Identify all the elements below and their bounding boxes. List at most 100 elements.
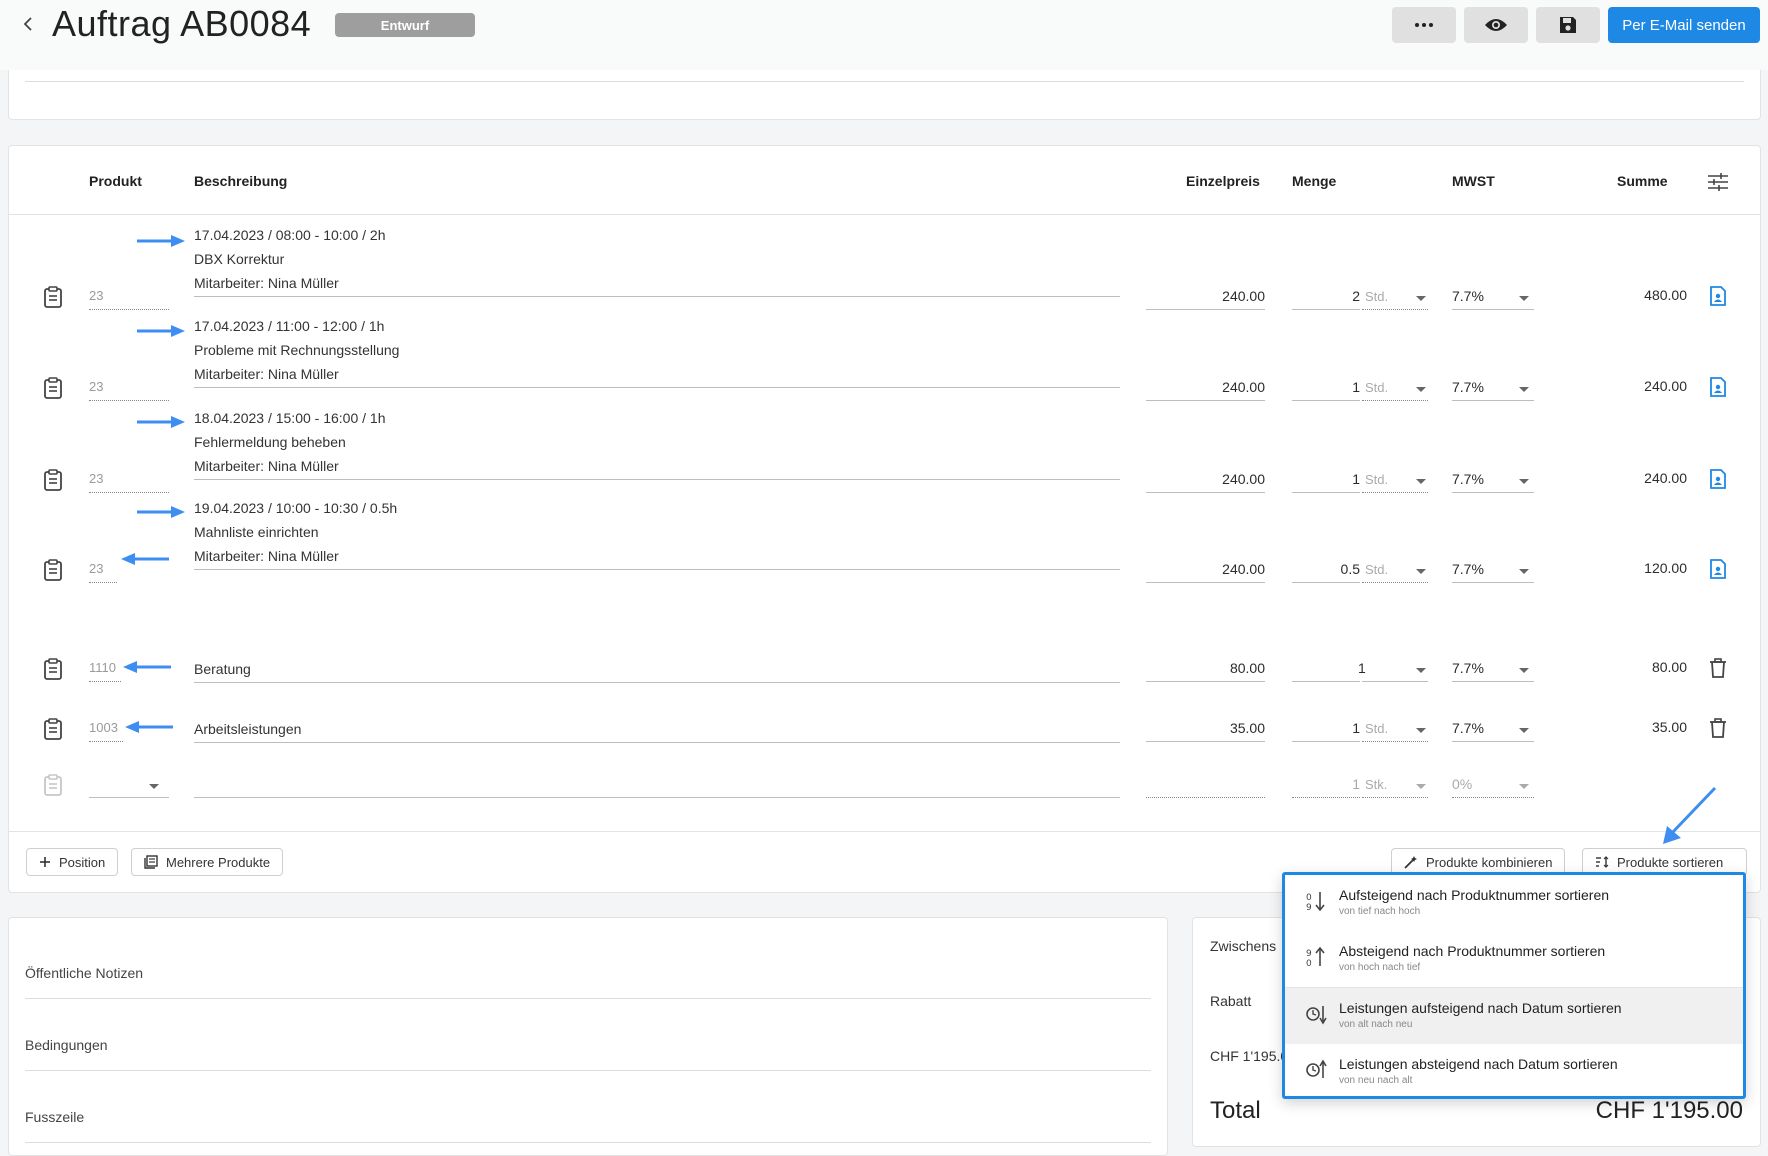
quantity-input[interactable]: 0.5 — [1292, 559, 1360, 583]
quantity-input[interactable]: 1 — [1292, 718, 1360, 742]
caret-down-icon — [1416, 387, 1426, 392]
multiple-products-label: Mehrere Produkte — [166, 854, 271, 870]
unit-price-input[interactable]: 35.00 — [1146, 718, 1265, 742]
unit-price-input[interactable]: 240.00 — [1146, 469, 1265, 493]
description-line: Mitarbeiter: Nina Müller — [194, 458, 339, 474]
floppy-disk-icon — [1560, 17, 1576, 33]
unit-price-input[interactable]: 240.00 — [1146, 377, 1265, 401]
more-button[interactable] — [1392, 7, 1456, 43]
product-number-input[interactable]: 23 — [89, 559, 117, 583]
clipboard-icon — [43, 774, 63, 796]
clipboard-icon[interactable] — [43, 718, 63, 740]
unit-price-input[interactable]: 240.00 — [1146, 286, 1265, 310]
description-input[interactable]: 18.04.2023 / 15:00 - 16:00 / 1h Fehlerme… — [194, 407, 1120, 480]
caret-down-icon — [1416, 479, 1426, 484]
clipboard-icon[interactable] — [43, 658, 63, 680]
caret-down-icon — [149, 784, 159, 789]
unit-select[interactable]: Std. — [1362, 559, 1428, 583]
description-input[interactable]: 19.04.2023 / 10:00 - 10:30 / 0.5h Mahnli… — [194, 497, 1120, 570]
unit-price-input[interactable]: 240.00 — [1146, 559, 1265, 583]
description-input[interactable]: 17.04.2023 / 11:00 - 12:00 / 1h Probleme… — [194, 315, 1120, 388]
vat-select[interactable]: 7.7% — [1452, 286, 1534, 310]
conditions-field[interactable] — [25, 1070, 1151, 1071]
clipboard-icon[interactable] — [43, 559, 63, 581]
description-line: 19.04.2023 / 10:00 - 10:30 / 0.5h — [194, 500, 398, 516]
unit-select[interactable]: Std. — [1362, 718, 1428, 742]
product-number-input[interactable]: 1110 — [89, 658, 121, 682]
description-line: DBX Korrektur — [194, 251, 285, 267]
vat-select[interactable]: 7.7% — [1452, 377, 1534, 401]
copy-list-icon — [144, 855, 158, 869]
quantity-input[interactable]: 1 — [1292, 658, 1366, 682]
description-input[interactable]: 17.04.2023 / 08:00 - 10:00 / 2h DBX Korr… — [194, 224, 1120, 297]
sort-menu-item-date-asc[interactable]: Leistungen aufsteigend nach Datum sortie… — [1285, 988, 1743, 1044]
clipboard-icon[interactable] — [43, 286, 63, 308]
product-number-input[interactable]: 23 — [89, 286, 169, 310]
annotation-arrow-right-icon — [137, 506, 185, 518]
vat-select[interactable]: 0% — [1452, 774, 1534, 798]
annotation-arrow-right-icon — [137, 325, 185, 337]
description-input[interactable]: Arbeitsleistungen — [194, 718, 1120, 743]
unit-select[interactable]: Std. — [1362, 469, 1428, 493]
public-notes-field[interactable] — [25, 998, 1151, 999]
product-select[interactable] — [89, 774, 169, 798]
trash-icon[interactable] — [1709, 658, 1731, 682]
col-unit-price: Einzelpreis — [1186, 173, 1260, 189]
row-sum: 480.00 — [1644, 287, 1687, 303]
unit-select[interactable]: Std. — [1362, 377, 1428, 401]
column-settings-icon[interactable] — [1707, 172, 1729, 197]
sort-date-asc-icon — [1306, 1006, 1327, 1025]
unit-select[interactable]: Std. — [1362, 286, 1428, 310]
document-person-icon[interactable] — [1709, 559, 1731, 583]
quantity-input[interactable]: 1 — [1292, 377, 1360, 401]
sort-menu-item-date-desc[interactable]: Leistungen absteigend nach Datum sortier… — [1285, 1044, 1743, 1100]
clipboard-icon[interactable] — [43, 377, 63, 399]
vat-value: 7.7% — [1452, 288, 1484, 304]
document-person-icon[interactable] — [1709, 469, 1731, 493]
notes-card: Öffentliche Notizen Bedingungen Fusszeil… — [8, 917, 1168, 1156]
page-title: Auftrag AB0084 — [52, 3, 312, 44]
sort-menu-item-product-asc[interactable]: 09 Aufsteigend nach Produktnummer sortie… — [1285, 875, 1743, 931]
title-field[interactable] — [25, 81, 1744, 82]
row-sum: 240.00 — [1644, 378, 1687, 394]
vat-select[interactable]: 7.7% — [1452, 469, 1534, 493]
unit-price-input[interactable]: 80.00 — [1146, 658, 1265, 682]
trash-icon[interactable] — [1709, 718, 1731, 742]
description-line: Mahnliste einrichten — [194, 524, 319, 540]
add-position-label: Position — [59, 854, 106, 870]
vat-select[interactable]: 7.7% — [1452, 658, 1534, 682]
col-vat: MWST — [1452, 173, 1495, 189]
send-email-button[interactable]: Per E-Mail senden — [1608, 7, 1760, 43]
unit-select[interactable]: Stk. — [1362, 774, 1428, 798]
amount-partial: CHF 1'195.0 — [1210, 1048, 1289, 1064]
document-person-icon[interactable] — [1709, 286, 1731, 310]
multiple-products-button[interactable]: Mehrere Produkte — [131, 848, 284, 876]
sort-menu-item-product-desc[interactable]: 90 Absteigend nach Produktnummer sortier… — [1285, 931, 1743, 987]
preview-button[interactable] — [1464, 7, 1528, 43]
annotation-arrow-right-icon — [137, 235, 185, 247]
vat-select[interactable]: 7.7% — [1452, 559, 1534, 583]
clipboard-icon[interactable] — [43, 469, 63, 491]
product-number-input[interactable]: 1003 — [89, 718, 123, 742]
description-input[interactable]: Beratung — [194, 658, 1120, 683]
save-button[interactable] — [1536, 7, 1600, 43]
back-chevron-icon[interactable] — [18, 14, 38, 34]
footer-label: Fusszeile — [25, 1109, 85, 1125]
col-quantity: Menge — [1292, 173, 1337, 189]
product-number-input[interactable]: 23 — [89, 377, 169, 401]
quantity-input[interactable]: 2 — [1292, 286, 1360, 310]
product-number-input[interactable]: 23 — [89, 469, 169, 493]
row-sum: 120.00 — [1644, 560, 1687, 576]
document-person-icon[interactable] — [1709, 377, 1731, 401]
annotation-arrow-left-icon — [121, 553, 169, 565]
add-position-button[interactable]: Position — [26, 848, 119, 876]
quantity-input[interactable]: 1 — [1292, 774, 1360, 798]
vat-select[interactable]: 7.7% — [1452, 718, 1534, 742]
description-input[interactable] — [194, 774, 1120, 798]
total-label: Total — [1210, 1097, 1261, 1124]
unit-price-input[interactable] — [1146, 774, 1265, 798]
unit-select[interactable] — [1362, 658, 1428, 682]
footer-field[interactable] — [25, 1142, 1151, 1143]
conditions-label: Bedingungen — [25, 1037, 108, 1053]
quantity-input[interactable]: 1 — [1292, 469, 1360, 493]
